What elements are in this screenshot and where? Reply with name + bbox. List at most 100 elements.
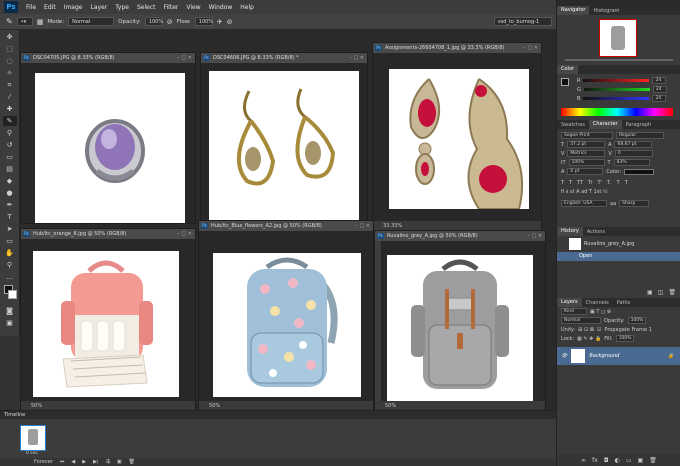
window-controls-icon[interactable]: – □ ✕ xyxy=(177,229,192,239)
add-mask-icon[interactable]: ◘ xyxy=(604,457,609,464)
menu-image[interactable]: Image xyxy=(60,4,87,11)
lasso-tool-icon[interactable]: ◌ xyxy=(3,56,17,66)
previous-frame-icon[interactable]: ◀ xyxy=(71,459,75,465)
tab-character[interactable]: Character xyxy=(588,120,622,129)
menu-file[interactable]: File xyxy=(22,4,40,11)
loop-select[interactable]: Forever xyxy=(34,459,53,465)
menu-view[interactable]: View xyxy=(182,4,204,11)
window-controls-icon[interactable]: – □ ✕ xyxy=(527,231,542,241)
flow-input[interactable]: 100% xyxy=(194,17,213,26)
blur-tool-icon[interactable]: ◆ xyxy=(3,176,17,186)
brush-preset-picker[interactable]: •▾ xyxy=(16,17,33,26)
quick-select-tool-icon[interactable]: ✧ xyxy=(3,68,17,78)
link-layers-icon[interactable]: ∞ xyxy=(581,457,586,464)
subscript-button[interactable]: T, xyxy=(607,180,612,186)
layer-name[interactable]: Background xyxy=(589,353,663,359)
hand-tool-icon[interactable]: ✋ xyxy=(3,248,17,258)
font-family-select[interactable]: Segoe Print xyxy=(561,132,613,139)
strikethrough-button[interactable]: T xyxy=(625,180,628,186)
background-color-swatch[interactable] xyxy=(8,290,17,299)
screen-mode-icon[interactable]: ▣ xyxy=(3,318,17,328)
opentype-icons[interactable]: fi ∂ st A ad T 1st ½ xyxy=(561,189,608,195)
document-window-pink-bag[interactable]: Ps Hub/itc_orange_8.jpg @ 50% (RGB/8) – □ … xyxy=(20,228,196,412)
layer-opacity-input[interactable]: 100% xyxy=(627,317,646,324)
lock-icons[interactable]: ▦ ✎ ✥ 🔒 xyxy=(577,336,601,342)
green-input[interactable]: 24 xyxy=(652,86,667,93)
language-select[interactable]: English: USA xyxy=(561,200,607,207)
red-slider[interactable] xyxy=(583,79,650,82)
tracking-select[interactable]: 0 xyxy=(614,150,653,157)
tab-swatches[interactable]: Swatches xyxy=(557,122,589,128)
document-tab[interactable]: Ps Hub/itc_Blue_flowers_A2.jpg @ 50% (RGB… xyxy=(199,221,373,231)
document-tab[interactable]: Ps DSC04705.JPG @ 8.33% (RGB/8) – □ ✕ xyxy=(21,53,195,63)
blue-slider[interactable] xyxy=(583,97,650,100)
tab-channels[interactable]: Channels xyxy=(582,300,613,306)
quick-mask-icon[interactable]: ◙ xyxy=(3,306,17,316)
gradient-tool-icon[interactable]: ▤ xyxy=(3,164,17,174)
menu-filter[interactable]: Filter xyxy=(160,4,183,11)
extra-tools-icon[interactable]: … xyxy=(3,272,17,282)
filter-icons[interactable]: ▣ T ◻ ⊕ xyxy=(590,309,611,315)
blue-input[interactable]: 24 xyxy=(652,95,667,102)
unify-icons[interactable]: ⊞ ⊡ ⊠ xyxy=(578,327,594,333)
crop-tool-icon[interactable]: ⌗ xyxy=(3,80,17,90)
eyedropper-tool-icon[interactable]: ⁄ xyxy=(3,92,17,102)
all-caps-button[interactable]: TT xyxy=(577,180,583,186)
mode-select[interactable]: Normal xyxy=(68,17,115,26)
pressure-size-icon[interactable]: ⊘ xyxy=(227,18,233,26)
menu-help[interactable]: Help xyxy=(236,4,258,11)
brush-panel-icon[interactable]: ▦ xyxy=(37,18,44,26)
window-controls-icon[interactable]: – □ ✕ xyxy=(177,53,192,63)
clone-stamp-tool-icon[interactable]: ⚲ xyxy=(3,128,17,138)
new-snapshot-icon[interactable]: ◫ xyxy=(658,289,664,296)
healing-tool-icon[interactable]: ✚ xyxy=(3,104,17,114)
airbrush-icon[interactable]: ✈ xyxy=(217,18,223,26)
play-icon[interactable]: ▶ xyxy=(82,459,86,465)
delete-layer-icon[interactable]: 🗑 xyxy=(649,457,657,464)
zoom-tool-icon[interactable]: ⚲ xyxy=(3,260,17,270)
tab-color[interactable]: Color xyxy=(557,65,579,74)
antialias-select[interactable]: Sharp xyxy=(619,200,650,207)
layer-filter-select[interactable]: Kind xyxy=(561,308,587,315)
document-tab[interactable]: Ps Assignments-26604708_1.jpg @ 33.3% (RG… xyxy=(373,43,541,53)
color-swatches[interactable] xyxy=(2,285,17,303)
document-window-pendant[interactable]: Ps Assignments-26604708_1.jpg @ 33.3% (RG… xyxy=(372,42,542,232)
document-window-blue-bag[interactable]: Ps Hub/itc_Blue_flowers_A2.jpg @ 50% (RGB… xyxy=(198,220,374,412)
small-caps-button[interactable]: Tr xyxy=(588,180,592,186)
shape-tool-icon[interactable]: ▭ xyxy=(3,236,17,246)
document-tab[interactable]: Ps Ruvalino_grey_A.jpg @ 50% (RGB/8) – □ ✕ xyxy=(375,231,545,241)
text-color-swatch[interactable] xyxy=(624,168,655,175)
menu-select[interactable]: Select xyxy=(133,4,160,11)
faux-bold-button[interactable]: T xyxy=(561,180,564,186)
delete-state-icon[interactable]: 🗑 xyxy=(668,289,676,296)
adjustment-layer-icon[interactable]: ◐ xyxy=(615,457,620,464)
tab-paths[interactable]: Paths xyxy=(613,300,635,306)
tab-layers[interactable]: Layers xyxy=(557,298,582,307)
layer-style-icon[interactable]: fx xyxy=(592,457,598,464)
font-size-input[interactable]: 37.2 pt xyxy=(567,141,606,148)
kerning-select[interactable]: Metrics xyxy=(567,150,606,157)
window-controls-icon[interactable]: – □ ✕ xyxy=(355,221,370,231)
move-tool-icon[interactable]: ✥ xyxy=(3,32,17,42)
tab-navigator[interactable]: Navigator xyxy=(557,6,590,15)
next-frame-icon[interactable]: ▶| xyxy=(93,459,99,465)
type-tool-icon[interactable]: T xyxy=(3,212,17,222)
workspace-select[interactable]: ssd_to_burnog-1 xyxy=(494,17,552,26)
brush-tool-icon[interactable]: ✎ xyxy=(6,17,13,26)
pen-tool-icon[interactable]: ✒ xyxy=(3,200,17,210)
pressure-opacity-icon[interactable]: ⊘ xyxy=(167,18,173,26)
document-window-grey-bag[interactable]: Ps Ruvalino_grey_A.jpg @ 50% (RGB/8) – □ ✕… xyxy=(374,230,546,412)
new-frame-icon[interactable]: ▣ xyxy=(117,459,122,465)
menu-edit[interactable]: Edit xyxy=(40,4,60,11)
delete-frame-icon[interactable]: 🗑 xyxy=(129,459,135,465)
opacity-input[interactable]: 100% xyxy=(144,17,163,26)
tab-paragraph[interactable]: Paragraph xyxy=(622,122,656,128)
menu-type[interactable]: Type xyxy=(111,4,133,11)
navigator-preview[interactable] xyxy=(599,19,637,57)
marquee-tool-icon[interactable]: ⬚ xyxy=(3,44,17,54)
new-group-icon[interactable]: ▭ xyxy=(626,457,632,464)
animation-frame[interactable] xyxy=(20,425,46,451)
leading-input[interactable]: 68.67 pt xyxy=(614,141,653,148)
tab-history[interactable]: History xyxy=(557,227,583,236)
eraser-tool-icon[interactable]: ▭ xyxy=(3,152,17,162)
